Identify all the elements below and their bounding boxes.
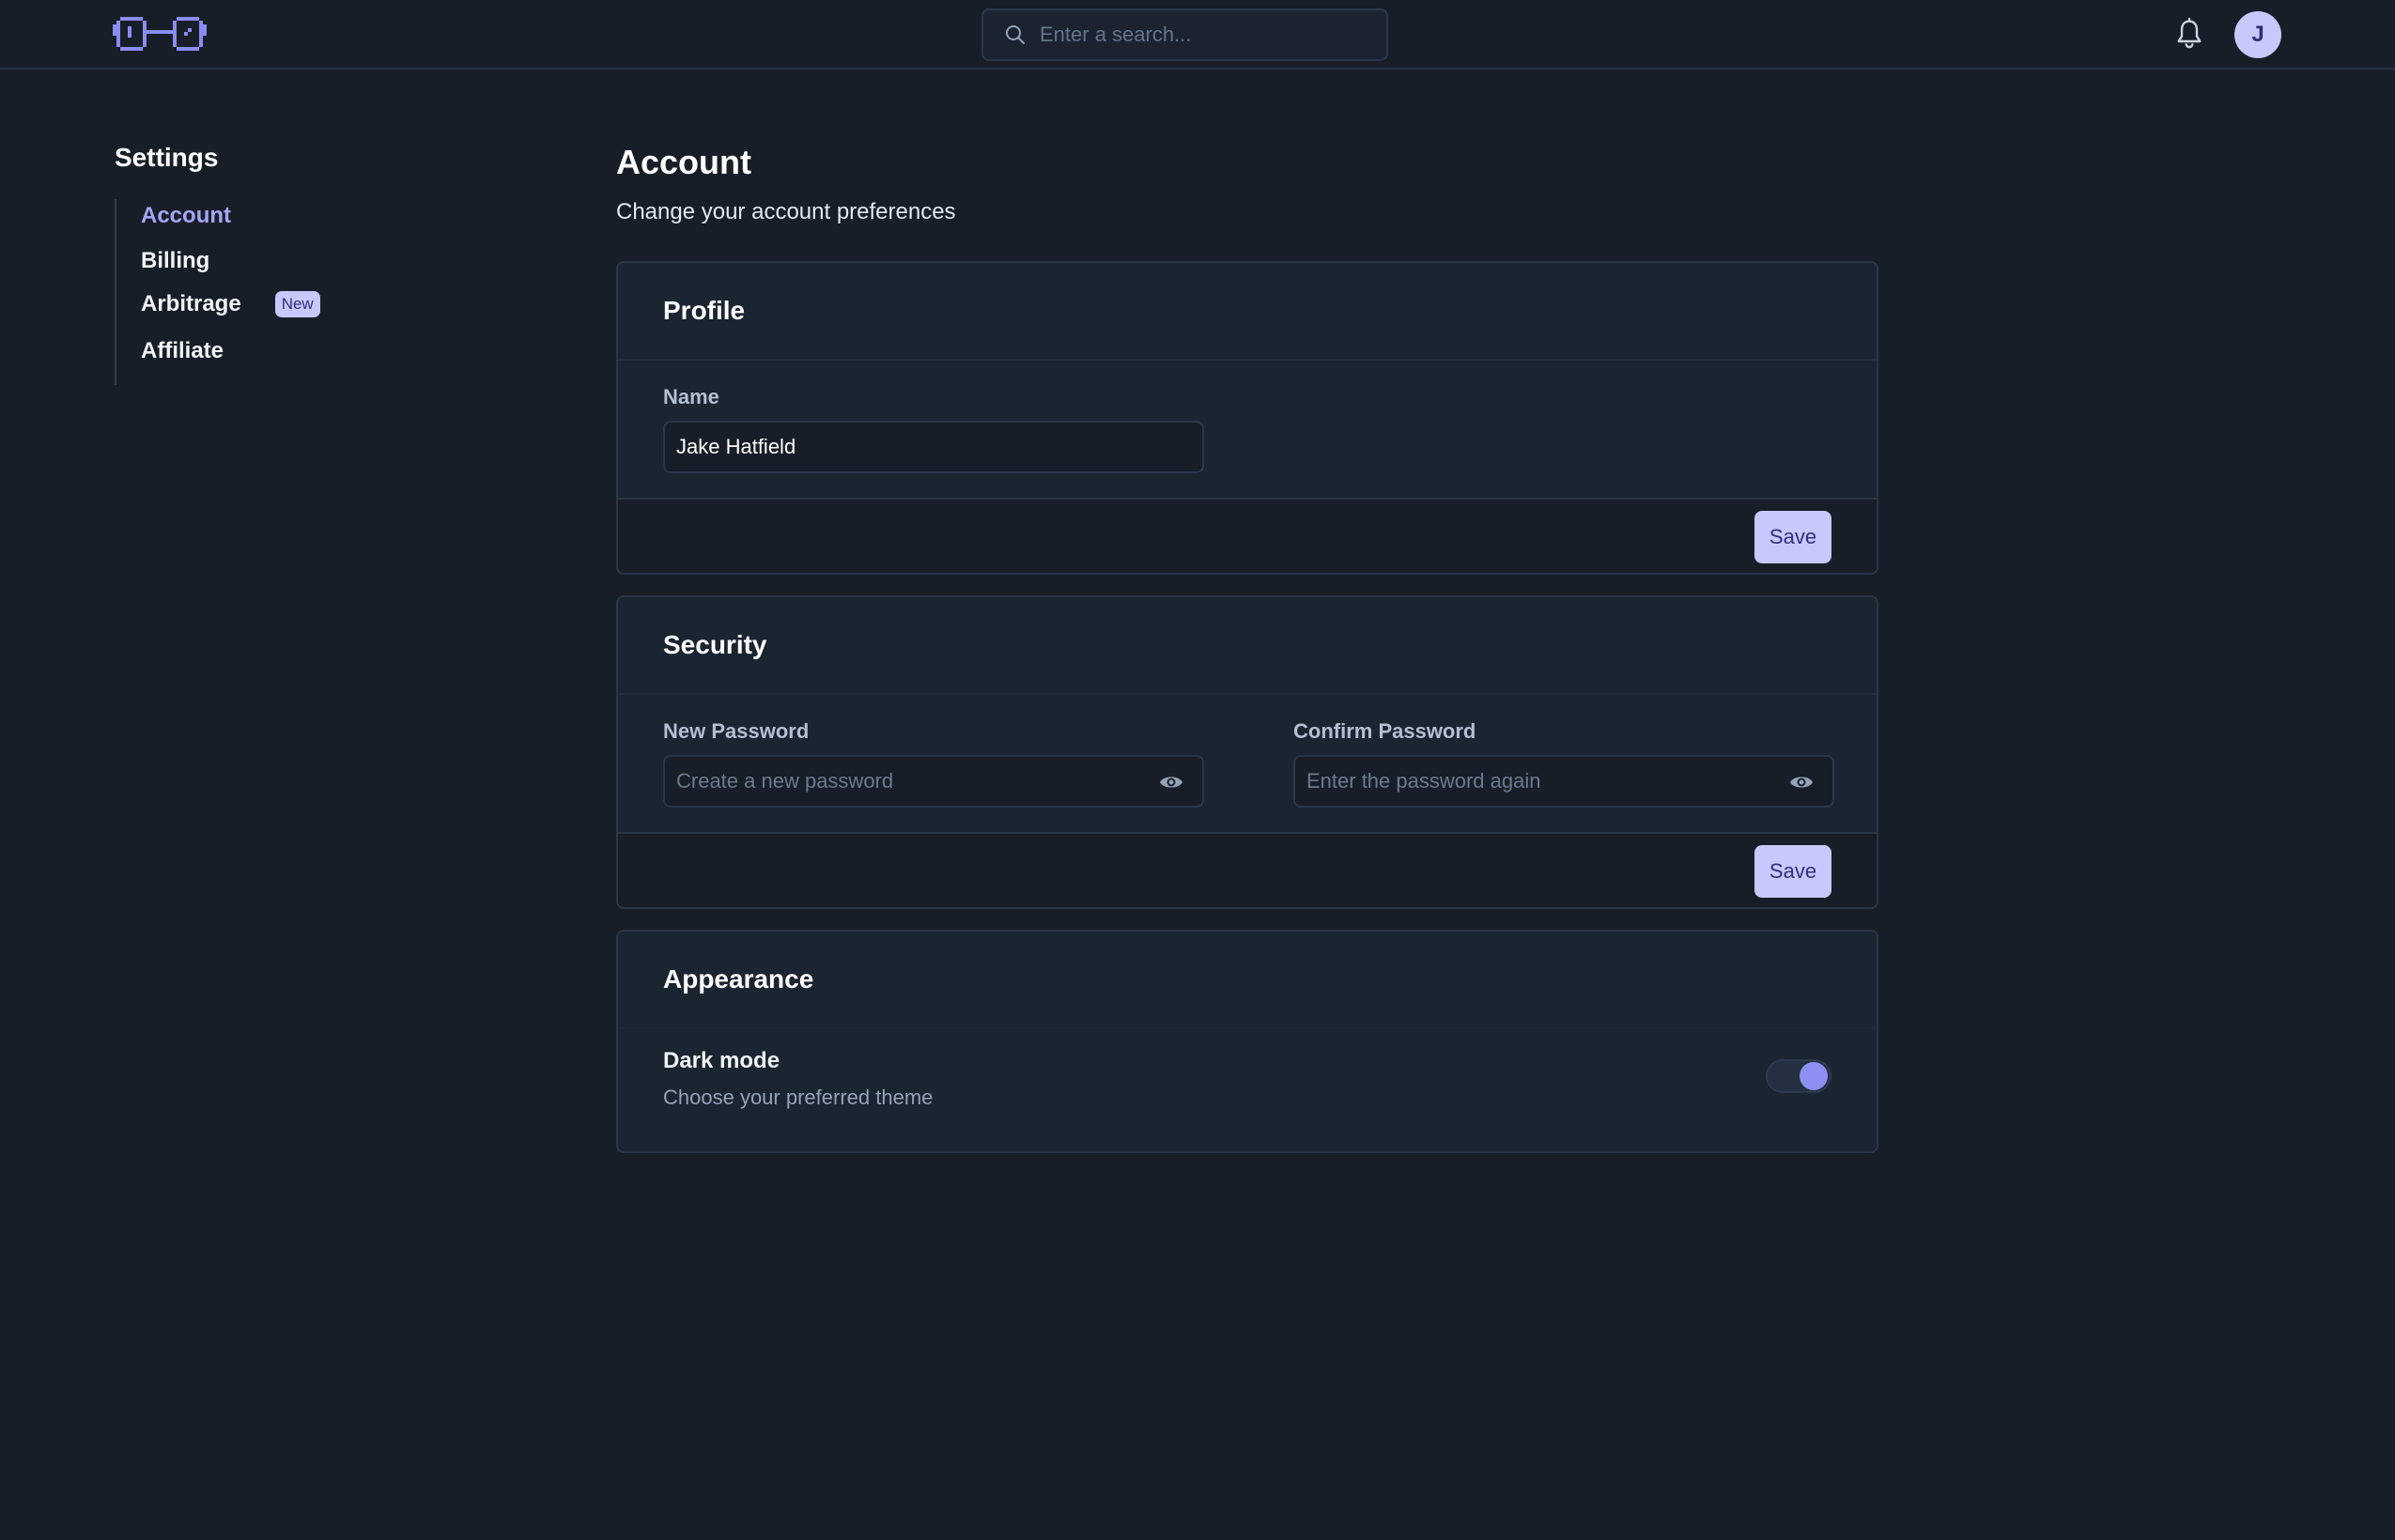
confirm-password-input[interactable]: [1306, 769, 1757, 793]
sidebar-item-billing[interactable]: Billing: [141, 248, 209, 274]
sidebar-item-account[interactable]: Account: [141, 203, 231, 229]
profile-card: Profile Name Save: [616, 261, 1878, 575]
top-bar: J: [0, 0, 2395, 69]
sidebar-item-label: Arbitrage: [141, 291, 241, 316]
eye-icon[interactable]: [1789, 772, 1814, 793]
new-password-label: New Password: [663, 719, 810, 743]
appearance-card: Appearance Dark mode Choose your preferr…: [616, 930, 1878, 1153]
security-footer: Save: [618, 832, 1877, 907]
search-box[interactable]: [981, 8, 1388, 61]
security-card: Security New Password Confirm Password S…: [616, 595, 1878, 909]
name-field[interactable]: [663, 421, 1204, 473]
avatar[interactable]: J: [2234, 11, 2281, 58]
sidebar-item-label: Billing: [141, 248, 210, 273]
new-password-input[interactable]: [676, 769, 1127, 793]
security-heading: Security: [618, 597, 1877, 695]
name-label: Name: [663, 385, 719, 408]
profile-heading: Profile: [618, 263, 1877, 361]
sidebar-item-affiliate[interactable]: Affiliate: [141, 338, 224, 364]
bell-icon[interactable]: [2174, 17, 2204, 51]
dark-mode-toggle[interactable]: [1766, 1059, 1831, 1093]
search-input[interactable]: [1040, 23, 1359, 47]
dark-mode-title: Dark mode: [663, 1048, 780, 1073]
eye-icon[interactable]: [1159, 772, 1183, 793]
sidebar-item-arbitrage[interactable]: Arbitrage New: [141, 291, 320, 317]
sidebar-title: Settings: [115, 143, 219, 172]
sidebar-item-label: Affiliate: [141, 338, 224, 363]
search-icon: [1006, 25, 1025, 44]
confirm-password-field[interactable]: [1293, 755, 1834, 808]
name-input[interactable]: [676, 435, 1127, 459]
dark-mode-description: Choose your preferred theme: [663, 1086, 934, 1109]
pixel-glasses-logo-icon[interactable]: [113, 13, 207, 54]
new-badge: New: [274, 291, 320, 317]
sidebar-nav: Account Billing Arbitrage New Affiliate: [115, 199, 396, 385]
profile-footer: Save: [618, 498, 1877, 573]
toggle-knob: [1800, 1062, 1828, 1090]
appearance-heading: Appearance: [618, 932, 1877, 1029]
sidebar-item-label: Account: [141, 203, 231, 228]
save-password-button[interactable]: Save: [1754, 845, 1831, 898]
page-title: Account: [616, 143, 751, 181]
confirm-password-label: Confirm Password: [1293, 719, 1476, 743]
new-password-field[interactable]: [663, 755, 1204, 808]
page-subtitle: Change your account preferences: [616, 199, 956, 224]
save-profile-button[interactable]: Save: [1754, 511, 1831, 563]
